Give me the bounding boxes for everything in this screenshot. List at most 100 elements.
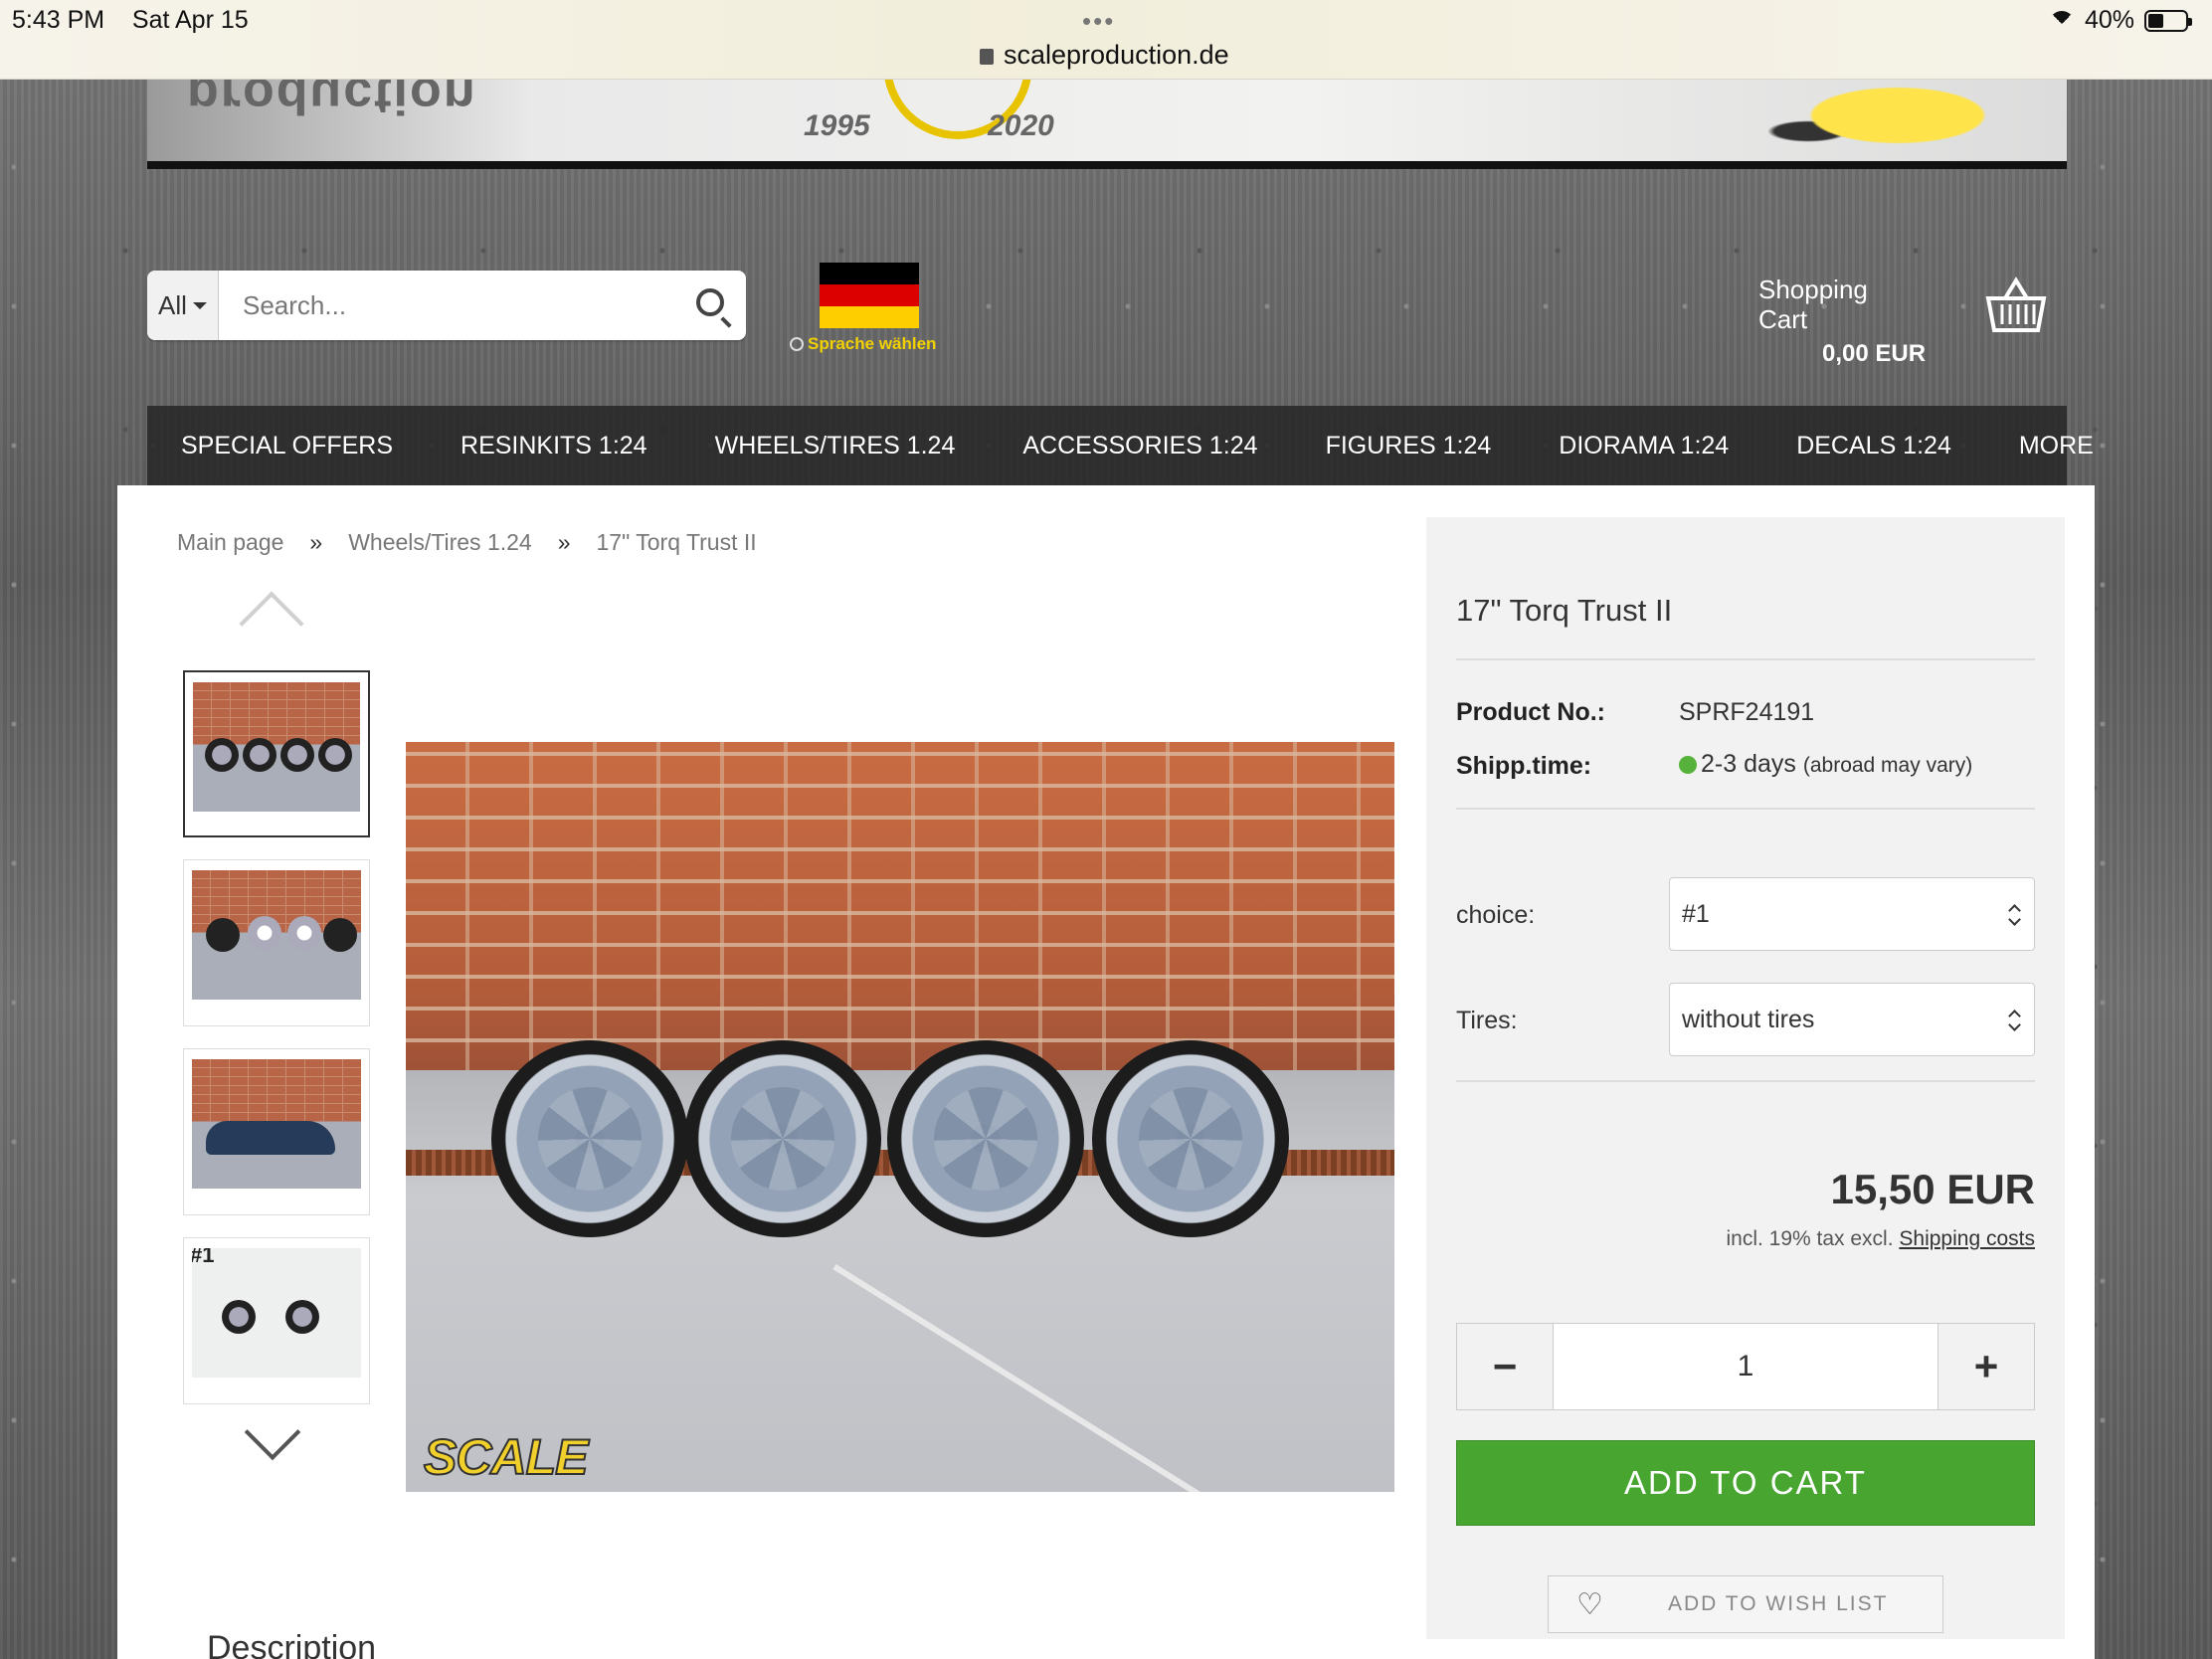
tire-thumb <box>323 918 357 952</box>
thumbnail-1[interactable] <box>183 670 370 837</box>
wheel-1 <box>491 1040 688 1237</box>
multitasking-dots-icon[interactable]: ••• <box>1082 6 1115 37</box>
product-number: SPRF24191 <box>1679 698 1815 726</box>
select-arrows-icon <box>2008 904 2020 926</box>
nav-wheels-tires[interactable]: WHEELS/TIRES 1.24 <box>681 432 990 461</box>
buy-box: 17" Torq Trust II Product No.: SPRF24191… <box>1426 517 2065 1639</box>
german-flag-icon[interactable] <box>820 263 919 328</box>
wheel-thumb <box>222 1300 256 1334</box>
flag-stripe-black <box>820 263 919 284</box>
chevron-down-icon[interactable] <box>244 1403 301 1461</box>
product-number-label: Product No.: <box>1456 698 1605 726</box>
product-content: Main page » Wheels/Tires 1.24 » 17" Torq… <box>117 485 2095 1659</box>
wheel-thumb <box>285 1300 319 1334</box>
choice-select[interactable]: #1 <box>1669 877 2035 951</box>
tax-note: incl. 19% tax excl. Shipping costs <box>1726 1227 2035 1251</box>
cart-label: Shopping Cart <box>1758 275 1868 334</box>
lock-icon <box>980 49 994 65</box>
tires-selected-value: without tires <box>1682 1006 1815 1033</box>
tires-select[interactable]: without tires <box>1669 983 2035 1056</box>
nav-decals[interactable]: DECALS 1:24 <box>1762 432 1985 461</box>
quantity-stepper: − + <box>1456 1323 2035 1410</box>
nav-diorama[interactable]: DIORAMA 1:24 <box>1525 432 1762 461</box>
flag-stripe-red <box>820 284 919 306</box>
tax-text: incl. 19% tax excl. <box>1726 1227 1894 1250</box>
search-scope-dropdown[interactable]: All <box>147 271 219 340</box>
shipping-time: 2-3 days (abroad may vary) <box>1679 750 1972 779</box>
flag-stripe-gold <box>820 306 919 328</box>
breadcrumb-separator: » <box>309 529 323 555</box>
thumbnail-2[interactable] <box>183 859 370 1026</box>
nav-figures[interactable]: FIGURES 1:24 <box>1292 432 1526 461</box>
breadcrumb-wheels-tires[interactable]: Wheels/Tires 1.24 <box>348 529 532 556</box>
breadcrumb-current: 17" Torq Trust II <box>596 529 757 555</box>
status-indicators: 40% <box>2049 6 2192 35</box>
header-tools: All Sprache wählen Shopping Cart 0,00 EU… <box>147 259 2067 367</box>
address-bar[interactable]: scaleproduction.de <box>980 40 1229 71</box>
battery-percent: 40% <box>2084 6 2134 34</box>
language-selector[interactable]: Sprache wählen <box>790 334 936 354</box>
description-heading: Description <box>207 1629 377 1659</box>
wheel-thumb <box>205 738 239 772</box>
search-icon[interactable] <box>696 288 724 316</box>
choice-selected-value: #1 <box>1682 900 1710 928</box>
divider <box>1456 1080 2035 1082</box>
chevron-up-icon[interactable] <box>239 591 304 656</box>
product-title: 17" Torq Trust II <box>1456 593 1673 628</box>
header-banner[interactable]: production 1995 2020 <box>147 80 2067 169</box>
decrease-quantity-button[interactable]: − <box>1457 1324 1554 1409</box>
search-bar: All <box>147 271 746 340</box>
clock-time: 5:43 PM <box>12 6 105 34</box>
wheel-2 <box>684 1040 881 1237</box>
choice-label: choice: <box>1456 901 1536 929</box>
add-to-cart-button[interactable]: ADD TO CART <box>1456 1440 2035 1526</box>
nav-more[interactable]: MORE <box>1985 432 2127 461</box>
shipping-time-value: 2-3 days <box>1701 750 1796 778</box>
cart-amount: 0,00 EUR <box>1822 340 1927 367</box>
clock-date: Sat Apr 15 <box>131 6 249 34</box>
divider <box>1456 808 2035 810</box>
rally-car-image <box>1749 80 2047 147</box>
thumbnail-image-two-wheels: #1 <box>192 1248 361 1378</box>
thumbnail-image-wheels-row <box>193 682 360 812</box>
heart-icon: ♡ <box>1576 1587 1605 1621</box>
breadcrumb-separator: » <box>557 529 571 555</box>
shopping-cart[interactable]: Shopping Cart 0,00 EUR <box>1758 259 2047 367</box>
car-thumb <box>206 1121 335 1155</box>
availability-dot-icon <box>1679 756 1697 774</box>
wheel-thumb <box>318 738 352 772</box>
thumbnail-3[interactable] <box>183 1048 370 1215</box>
basket-icon <box>1985 276 2047 332</box>
wheel-3 <box>887 1040 1084 1237</box>
thumbnail-tag: #1 <box>192 1248 215 1267</box>
scale-production-logo: production <box>187 80 477 124</box>
globe-icon <box>790 337 804 351</box>
search-scope-label: All <box>158 289 187 320</box>
main-navigation: SPECIAL OFFERS RESINKITS 1:24 WHEELS/TIR… <box>147 406 2094 485</box>
wish-list-label: ADD TO WISH LIST <box>1668 1592 1889 1615</box>
breadcrumb-main-page[interactable]: Main page <box>177 529 283 556</box>
tire-thumb <box>206 918 240 952</box>
shipping-costs-link[interactable]: Shipping costs <box>1899 1227 2035 1250</box>
increase-quantity-button[interactable]: + <box>1937 1324 2034 1409</box>
thumbnail-image-wheel-parts <box>192 870 361 1000</box>
nav-special-offers[interactable]: SPECIAL OFFERS <box>147 432 427 461</box>
nav-accessories[interactable]: ACCESSORIES 1:24 <box>989 432 1291 461</box>
browser-status-bar: 5:43 PM Sat Apr 15 ••• scaleproduction.d… <box>0 0 2212 80</box>
thumbnail-4[interactable]: #1 <box>183 1237 370 1404</box>
wheel-thumb <box>280 738 314 772</box>
add-to-wish-list-button[interactable]: ♡ ADD TO WISH LIST <box>1548 1575 1943 1633</box>
wheel-thumb <box>243 738 276 772</box>
rim-thumb <box>287 916 321 950</box>
divider <box>1456 658 2035 660</box>
search-input[interactable] <box>243 289 680 321</box>
quantity-input[interactable] <box>1554 1324 1937 1409</box>
shop-page: production 1995 2020 All Sprache wählen … <box>117 80 2095 1659</box>
main-product-image[interactable]: SCALE <box>406 742 1394 1492</box>
rim-thumb <box>248 916 281 950</box>
shipping-time-note: (abroad may vary) <box>1802 754 1973 777</box>
battery-icon <box>2144 9 2192 32</box>
shipping-time-label: Shipp.time: <box>1456 752 1592 780</box>
url-text: scaleproduction.de <box>1004 40 1229 70</box>
nav-resinkits[interactable]: RESINKITS 1:24 <box>427 432 681 461</box>
